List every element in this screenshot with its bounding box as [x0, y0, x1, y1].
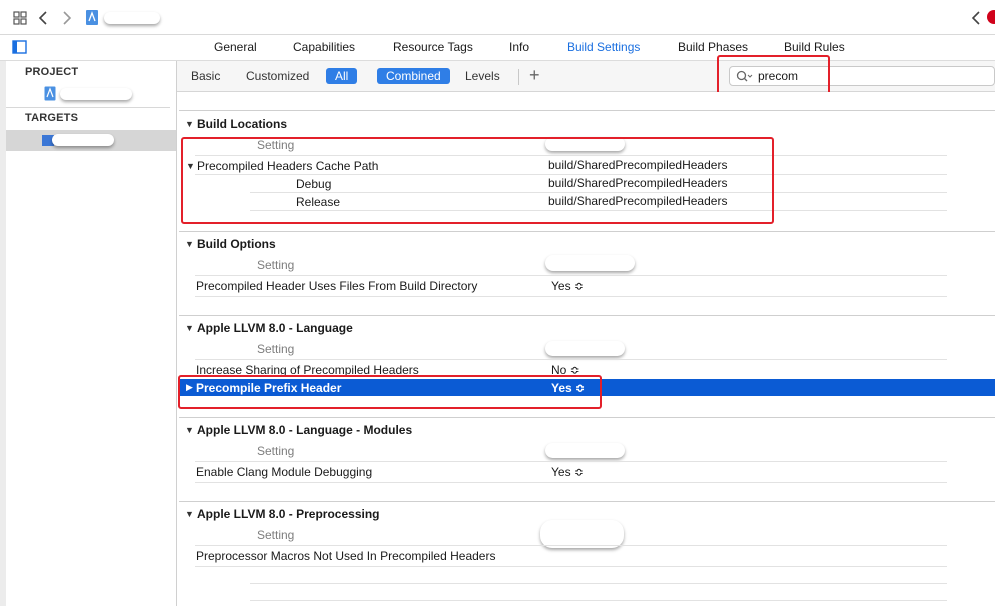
redacted-column-header [545, 341, 625, 356]
section-divider [179, 417, 995, 418]
setting-clang-module-debugging[interactable]: Enable Clang Module Debugging [196, 465, 372, 479]
tab-info[interactable]: Info [509, 40, 529, 54]
annotation-box-precompile-prefix [178, 375, 602, 409]
setting-column-header: Setting [257, 258, 295, 272]
row-divider [195, 566, 947, 567]
setting-column-header: Setting [257, 342, 295, 356]
editor-tab-bar: General Capabilities Resource Tags Info … [0, 35, 995, 61]
error-badge-icon[interactable] [987, 10, 995, 24]
grid-icon[interactable] [13, 11, 27, 25]
section-divider [179, 110, 995, 111]
chevron-left-icon[interactable] [971, 10, 981, 26]
section-title-llvm-modules[interactable]: Apple LLVM 8.0 - Language - Modules [197, 423, 412, 437]
toolbar [0, 0, 995, 35]
setting-column-header: Setting [257, 528, 295, 542]
row-divider [250, 583, 947, 584]
disclosure-triangle-icon[interactable]: ▼ [185, 425, 194, 435]
tab-capabilities[interactable]: Capabilities [293, 40, 355, 54]
setting-macros-not-used[interactable]: Preprocessor Macros Not Used In Precompi… [196, 549, 495, 563]
row-divider [195, 461, 947, 462]
tab-resource-tags[interactable]: Resource Tags [393, 40, 473, 54]
setting-pch-uses-files[interactable]: Precompiled Header Uses Files From Build… [196, 279, 477, 293]
tab-build-rules[interactable]: Build Rules [784, 40, 845, 54]
row-divider [195, 275, 947, 276]
annotation-box-cache-path [181, 137, 774, 224]
row-divider [195, 359, 947, 360]
disclosure-triangle-icon[interactable]: ▼ [185, 323, 194, 333]
disclosure-triangle-icon[interactable]: ▼ [185, 239, 194, 249]
section-divider [179, 315, 995, 316]
setting-clang-module-debugging-value[interactable]: Yes ≎ [551, 465, 584, 479]
row-divider [250, 600, 947, 601]
add-setting-button[interactable]: + [529, 65, 540, 86]
section-divider [179, 231, 995, 232]
setting-column-header: Setting [257, 444, 295, 458]
redacted-column-header [545, 255, 635, 271]
section-title-build-locations[interactable]: Build Locations [197, 117, 287, 131]
sidebar-divider [6, 107, 170, 108]
sidebar-toggle-icon[interactable] [12, 40, 27, 54]
build-settings-filter-bar: Basic Customized All Combined Levels + p… [177, 61, 995, 92]
section-divider [179, 501, 995, 502]
redacted-project-name [104, 12, 160, 24]
filter-divider [518, 69, 519, 85]
redacted-project-item[interactable] [60, 88, 132, 100]
tab-build-phases[interactable]: Build Phases [678, 40, 748, 54]
row-divider [195, 545, 947, 546]
project-header: PROJECT [25, 66, 79, 78]
row-divider [195, 296, 947, 297]
filter-customized[interactable]: Customized [246, 69, 309, 83]
tab-general[interactable]: General [214, 40, 257, 54]
targets-header: TARGETS [25, 112, 79, 124]
setting-pch-uses-files-value[interactable]: Yes ≎ [551, 279, 584, 293]
back-icon[interactable] [38, 10, 48, 26]
project-file-icon[interactable] [85, 9, 99, 26]
row-divider [195, 482, 947, 483]
filter-basic[interactable]: Basic [191, 69, 220, 83]
project-file-icon [44, 86, 56, 101]
project-navigator: PROJECT TARGETS [6, 61, 177, 606]
section-title-llvm-preprocessing[interactable]: Apple LLVM 8.0 - Preprocessing [197, 507, 379, 521]
filter-all[interactable]: All [326, 68, 358, 84]
tab-build-settings[interactable]: Build Settings [567, 40, 640, 54]
redacted-column-header [545, 443, 625, 458]
disclosure-triangle-icon[interactable]: ▼ [185, 119, 194, 129]
redacted-column-header [540, 520, 624, 548]
forward-icon[interactable] [62, 10, 72, 26]
redacted-target-name [52, 134, 114, 146]
view-levels[interactable]: Levels [465, 69, 500, 83]
section-title-llvm-language[interactable]: Apple LLVM 8.0 - Language [197, 321, 353, 335]
view-combined[interactable]: Combined [377, 68, 450, 84]
disclosure-triangle-icon[interactable]: ▼ [185, 509, 194, 519]
section-title-build-options[interactable]: Build Options [197, 237, 276, 251]
